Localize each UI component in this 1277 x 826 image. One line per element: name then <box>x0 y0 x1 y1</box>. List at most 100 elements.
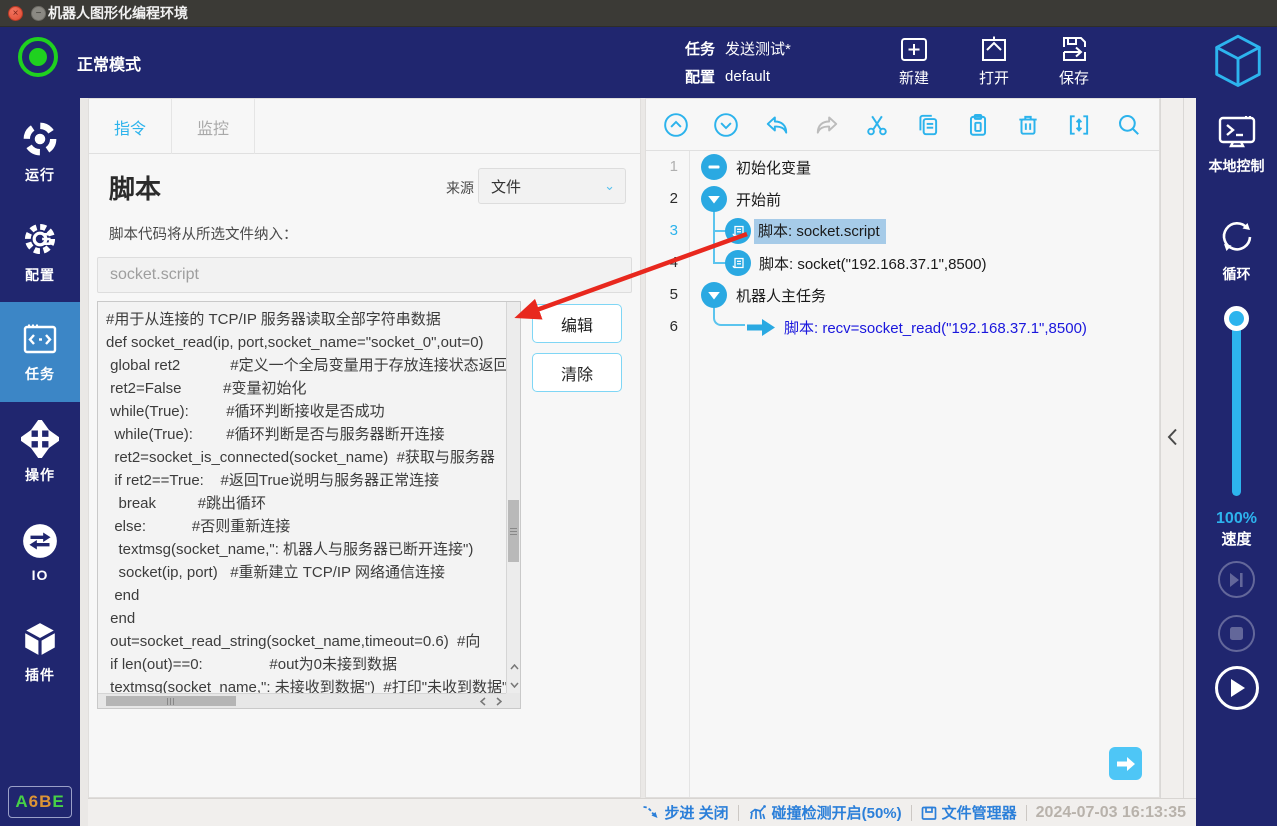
tree-row-label[interactable]: 脚本: recv=socket_read("192.168.37.1",8500… <box>784 317 1087 338</box>
clock-text: 2024-07-03 16:13:35 <box>1035 803 1186 821</box>
code-window-icon <box>20 321 60 357</box>
row-number: 6 <box>669 318 678 335</box>
sidebar-item-label: 运行 <box>25 166 55 183</box>
sidebar-item-io[interactable]: IO <box>0 502 80 602</box>
open-button[interactable]: 打开 <box>964 33 1024 88</box>
edit-button[interactable]: 编辑 <box>532 304 622 343</box>
file-manager-icon <box>921 805 937 821</box>
expand-node-icon[interactable] <box>701 186 727 212</box>
code-line: while(True): #循环判断接收是否成功 <box>106 403 385 420</box>
code-line: global ret2 #定义一个全局变量用于存放连接状态返回 <box>106 357 506 374</box>
move-down-icon[interactable] <box>712 111 740 139</box>
collision-status[interactable]: 碰撞检测开启(50%) <box>748 802 902 823</box>
tree-row[interactable]: 2 开始前 <box>646 183 1159 215</box>
tree-row[interactable]: 1 初始化变量 <box>646 151 1159 183</box>
stop-button[interactable] <box>1196 615 1277 652</box>
vertical-scrollbar-thumb[interactable] <box>508 500 519 562</box>
step-icon <box>642 805 659 820</box>
file-manager-text: 文件管理器 <box>941 805 1017 822</box>
scroll-up-button[interactable] <box>507 658 521 675</box>
vertical-scrollbar[interactable] <box>506 302 520 693</box>
status-divider <box>737 804 739 821</box>
code-line: end <box>106 587 140 604</box>
scroll-left-button[interactable] <box>475 694 490 709</box>
tab-monitor[interactable]: 监控 <box>172 99 255 154</box>
row-number: 3 <box>669 222 678 239</box>
page-title: 脚本 <box>109 174 162 204</box>
row-number: 1 <box>669 158 678 175</box>
horizontal-scrollbar[interactable] <box>98 693 506 708</box>
sidebar-item-run[interactable]: 运行 <box>0 102 80 202</box>
status-bar: 步进 关闭 碰撞检测开启(50%) 文件管理器 2024-07-03 16:13… <box>88 798 1196 826</box>
save-button-label: 保存 <box>1058 70 1089 87</box>
panel-collapse-strip <box>1160 98 1196 798</box>
local-control-button[interactable]: 本地控制 <box>1196 114 1277 176</box>
window-title: 机器人图形化编程环境 <box>48 5 188 21</box>
step-mode-text: 步进 关闭 <box>664 805 729 822</box>
script-hint-text: 脚本代码将从所选文件纳入： <box>109 227 298 243</box>
clear-button[interactable]: 清除 <box>532 353 622 392</box>
move-arrows-icon <box>21 419 59 458</box>
init-vars-node-icon[interactable] <box>701 154 727 180</box>
script-node-icon[interactable] <box>725 250 751 276</box>
play-button[interactable] <box>1196 666 1277 710</box>
tab-instruction[interactable]: 指令 <box>89 99 172 154</box>
copy-icon[interactable] <box>914 111 942 139</box>
tree-row-label[interactable]: 机器人主任务 <box>736 285 826 306</box>
tree-row-label[interactable]: 开始前 <box>736 189 781 210</box>
save-button[interactable]: 保存 <box>1044 33 1104 88</box>
script-code-viewer: #用于从连接的 TCP/IP 服务器读取全部字符串数据 def socket_re… <box>97 301 521 709</box>
move-up-icon[interactable] <box>662 111 690 139</box>
file-manager-button[interactable]: 文件管理器 <box>921 802 1017 823</box>
save-icon <box>1044 33 1104 65</box>
window-close-button[interactable]: × <box>8 6 23 21</box>
jump-to-line-button[interactable] <box>1109 747 1142 780</box>
code-line: if len(out)==0: #out为0未接到数据 <box>106 656 397 673</box>
sidebar-item-label: 任务 <box>25 365 55 382</box>
code-line: break #跳出循环 <box>106 495 267 512</box>
tree-row-label[interactable]: 初始化变量 <box>736 157 811 178</box>
task-value: 发送测试* <box>725 40 791 58</box>
sidebar-item-label: 配置 <box>25 266 55 283</box>
sidebar-item-task[interactable]: 任务 <box>0 302 80 402</box>
tree-row-label[interactable]: 脚本: socket.script <box>754 219 886 244</box>
scroll-right-button[interactable] <box>491 694 506 709</box>
search-icon[interactable] <box>1115 111 1143 139</box>
loop-label: 循环 <box>1222 266 1251 282</box>
window-minimize-button[interactable]: − <box>31 6 46 21</box>
run-icon <box>21 120 59 158</box>
script-file-field[interactable]: socket.script <box>97 257 632 293</box>
source-select[interactable]: 文件 ⌄ <box>478 168 626 204</box>
script-node-icon[interactable] <box>725 218 751 244</box>
current-line-arrow-icon <box>747 319 775 336</box>
sidebar-item-config[interactable]: 配置 <box>0 202 80 302</box>
app-header: 正常模式 任务 发送测试* 配置 default 新建 打开 保存 <box>0 27 1277 98</box>
insert-icon[interactable] <box>1065 111 1093 139</box>
horizontal-scrollbar-thumb[interactable] <box>106 696 236 706</box>
sidebar-item-operate[interactable]: 操作 <box>0 402 80 502</box>
code-line: out=socket_read_string(socket_name,timeo… <box>106 633 481 650</box>
step-next-button[interactable] <box>1196 561 1277 598</box>
collapse-panel-button[interactable] <box>1167 428 1178 446</box>
redo-icon[interactable] <box>813 111 841 139</box>
loop-button[interactable]: 循环 <box>1196 216 1277 284</box>
mode-label: 正常模式 <box>77 57 142 74</box>
speed-slider-thumb[interactable] <box>1224 306 1249 331</box>
new-button[interactable]: 新建 <box>884 33 944 88</box>
open-icon <box>964 33 1024 65</box>
undo-icon[interactable] <box>763 111 791 139</box>
speed-slider-track[interactable] <box>1232 316 1241 496</box>
paste-icon[interactable] <box>964 111 992 139</box>
sidebar-item-plugin[interactable]: 插件 <box>0 602 80 702</box>
config-label: 配置 <box>685 68 716 86</box>
cut-icon[interactable] <box>863 111 891 139</box>
expand-node-icon[interactable] <box>701 282 727 308</box>
robot-id-badge[interactable]: A6BE <box>8 786 72 818</box>
delete-icon[interactable] <box>1014 111 1042 139</box>
scroll-down-button[interactable] <box>507 676 521 693</box>
code-line: end <box>106 610 136 627</box>
titlebar: × − 机器人图形化编程环境 <box>0 0 1277 27</box>
step-mode-status[interactable]: 步进 关闭 <box>642 802 729 823</box>
tree-row-label[interactable]: 脚本: socket("192.168.37.1",8500) <box>759 253 986 274</box>
skip-next-icon <box>1218 561 1255 598</box>
